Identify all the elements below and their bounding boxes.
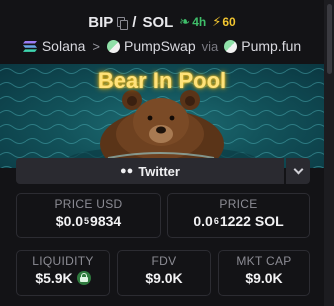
fdv-card: FDV $9.0K xyxy=(117,250,211,296)
fdv-label: FDV xyxy=(151,254,177,268)
twitter-button[interactable]: ●● Twitter xyxy=(16,158,284,184)
launchpad-name[interactable]: Pump.fun xyxy=(241,38,301,54)
price-native-card: PRICE 0.0 6 1222 SOL xyxy=(167,193,310,238)
price-usd-card: PRICE USD $0.0 5 9834 xyxy=(16,193,161,238)
bolt-icon: ⚡ xyxy=(212,14,222,29)
price-usd-prefix: $0.0 xyxy=(55,213,84,229)
quote-symbol: SOL xyxy=(142,13,174,31)
price-usd-digits: 9834 xyxy=(90,213,122,229)
pair-route-row: Solana > PumpSwap via Pump.fun xyxy=(0,36,324,56)
boost-count[interactable]: 60 xyxy=(222,15,235,29)
solana-logo-icon xyxy=(22,40,37,52)
pair-header: BIP / SOL ❧ 4h ⚡ 60 Solana > PumpSwap vi… xyxy=(0,0,324,64)
liquidity-value: $5.9K xyxy=(35,270,73,286)
price-native-label: PRICE xyxy=(219,197,258,211)
pair-separator: / xyxy=(132,13,137,31)
chain-name[interactable]: Solana xyxy=(42,38,86,54)
twitter-label: Twitter xyxy=(138,163,180,179)
price-native-digits: 1222 SOL xyxy=(219,213,284,229)
mkt-cap-value: $9.0K xyxy=(245,270,283,286)
mkt-cap-label: MKT CAP xyxy=(236,254,292,268)
pumpfun-pill-icon xyxy=(224,39,238,53)
socials-expand-button[interactable] xyxy=(286,158,310,184)
via-label: via xyxy=(201,38,219,54)
copy-icon[interactable] xyxy=(117,16,129,30)
sprout-icon: ❧ xyxy=(179,14,191,29)
price-usd-zero-count: 5 xyxy=(84,216,90,226)
liquidity-card: LIQUIDITY $5.9K xyxy=(16,250,110,296)
mkt-cap-card: MKT CAP $9.0K xyxy=(218,250,310,296)
pair-age: 4h xyxy=(192,15,207,29)
price-usd-value: $0.0 5 9834 xyxy=(17,213,160,229)
scrollbar-thumb[interactable] xyxy=(327,4,332,74)
price-usd-label: PRICE USD xyxy=(54,197,123,211)
pumpswap-pill-icon xyxy=(107,39,121,53)
price-native-zero-count: 6 xyxy=(213,216,219,226)
price-native-value: 0.0 6 1222 SOL xyxy=(168,213,309,229)
lock-icon[interactable] xyxy=(76,271,91,285)
price-native-prefix: 0.0 xyxy=(193,213,213,229)
scrollbar[interactable] xyxy=(324,0,334,306)
chevron-down-icon xyxy=(293,164,303,175)
pair-title-row: BIP / SOL ❧ 4h ⚡ 60 xyxy=(0,12,324,32)
liquidity-label: LIQUIDITY xyxy=(32,254,94,268)
token-banner: Bear In Pool xyxy=(0,64,324,168)
socials-bar: ●● Twitter xyxy=(16,158,310,184)
people-icon: ●● xyxy=(120,165,134,177)
fdv-value: $9.0K xyxy=(145,270,183,286)
banner-title: Bear In Pool xyxy=(97,68,227,93)
token-symbol: BIP xyxy=(88,13,114,31)
liquidity-value-row: $5.9K xyxy=(17,270,109,286)
dex-name[interactable]: PumpSwap xyxy=(124,38,196,54)
chevron-right-icon: > xyxy=(92,38,101,54)
